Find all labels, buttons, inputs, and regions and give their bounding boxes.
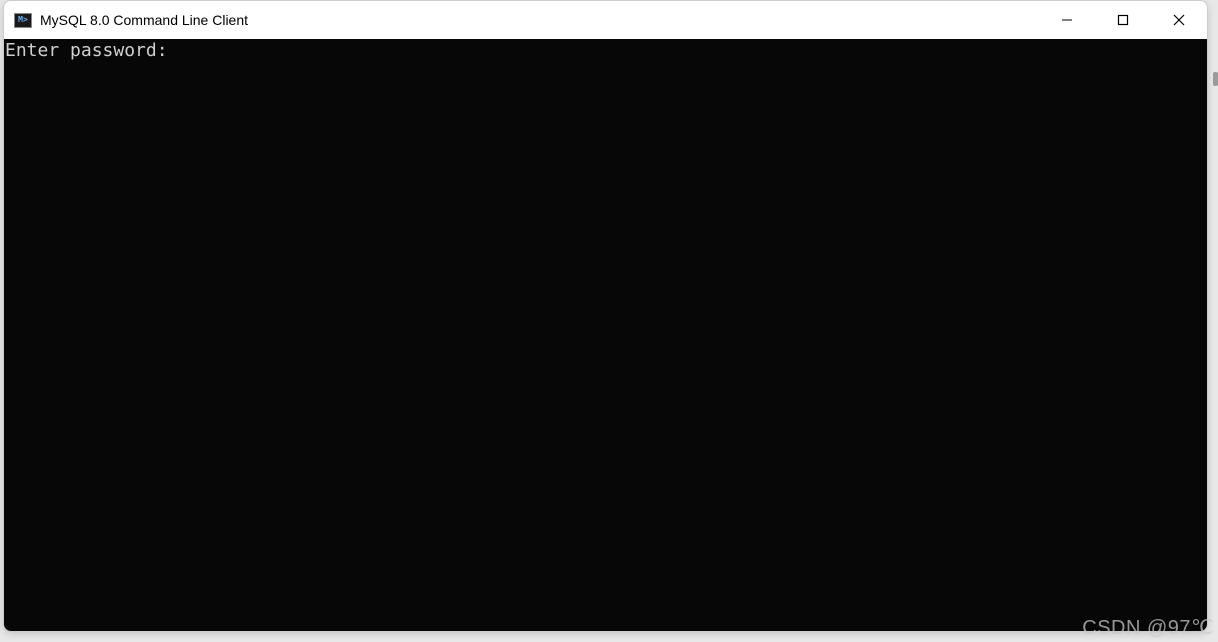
app-icon: M>: [14, 13, 32, 28]
password-prompt: Enter password:: [5, 40, 168, 61]
close-button[interactable]: [1151, 1, 1207, 39]
window-title: MySQL 8.0 Command Line Client: [40, 12, 1039, 28]
scrollbar-indicator[interactable]: [1213, 72, 1218, 86]
maximize-icon: [1117, 14, 1129, 26]
terminal-area[interactable]: Enter password:: [4, 39, 1207, 631]
close-icon: [1173, 14, 1185, 26]
window-controls: [1039, 1, 1207, 39]
titlebar[interactable]: M> MySQL 8.0 Command Line Client: [4, 1, 1207, 39]
maximize-button[interactable]: [1095, 1, 1151, 39]
app-icon-glyph: M>: [18, 16, 28, 24]
minimize-icon: [1061, 14, 1073, 26]
app-window: M> MySQL 8.0 Command Line Client En: [3, 0, 1208, 632]
minimize-button[interactable]: [1039, 1, 1095, 39]
